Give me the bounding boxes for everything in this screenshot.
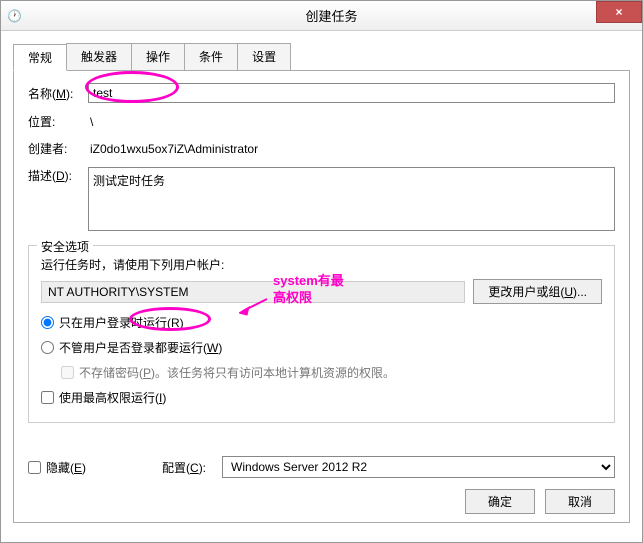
highest-priv-label: 使用最高权限运行(I) <box>59 389 166 406</box>
radio-logged-on-label: 只在用户登录时运行(R) <box>59 314 184 331</box>
location-value: \ <box>88 115 93 129</box>
close-button[interactable]: × <box>596 1 642 23</box>
close-icon: × <box>615 5 622 19</box>
tab-settings[interactable]: 设置 <box>237 43 291 70</box>
author-value: iZ0do1wxu5ox7iZ\Administrator <box>88 142 258 156</box>
change-user-button[interactable]: 更改用户或组(U)... <box>473 279 602 304</box>
run-as-label: 运行任务时，请使用下列用户帐户: <box>41 256 602 273</box>
check-highest-priv[interactable]: 使用最高权限运行(I) <box>41 389 602 406</box>
security-legend: 安全选项 <box>37 238 93 255</box>
window-title: 创建任务 <box>21 6 642 25</box>
bottom-row: 隐藏(E) 配置(C): Windows Server 2012 R2 <box>28 456 615 478</box>
row-name: 名称(M): <box>28 83 615 103</box>
config-select[interactable]: Windows Server 2012 R2 <box>222 456 615 478</box>
tab-content-general: 名称(M): 位置: \ 创建者: iZ0do1wxu5ox7iZ\Admini… <box>13 71 630 523</box>
clock-icon: 🕐 <box>1 9 21 23</box>
tab-triggers[interactable]: 触发器 <box>66 43 132 70</box>
account-row: NT AUTHORITY\SYSTEM 更改用户或组(U)... <box>41 279 602 304</box>
name-input[interactable] <box>88 83 615 103</box>
radio-logged-on[interactable]: 只在用户登录时运行(R) <box>41 314 602 331</box>
hidden-checkbox[interactable] <box>28 461 41 474</box>
no-store-pwd-label: 不存储密码(P)。该任务将只有访问本地计算机资源的权限。 <box>79 364 395 381</box>
no-store-pwd-checkbox <box>61 366 74 379</box>
tab-strip: 常规 触发器 操作 条件 设置 <box>13 43 630 71</box>
label-author: 创建者: <box>28 140 88 157</box>
hidden-label: 隐藏(E) <box>46 459 86 476</box>
tab-actions[interactable]: 操作 <box>131 43 185 70</box>
row-description: 描述(D): 测试定时任务 <box>28 167 615 231</box>
dialog-body: 常规 触发器 操作 条件 设置 名称(M): 位置: \ 创建者: iZ0do1… <box>1 31 642 531</box>
cancel-button[interactable]: 取消 <box>545 489 615 514</box>
row-author: 创建者: iZ0do1wxu5ox7iZ\Administrator <box>28 140 615 157</box>
check-no-store-pwd: 不存储密码(P)。该任务将只有访问本地计算机资源的权限。 <box>61 364 602 381</box>
dialog-buttons: 确定 取消 <box>465 489 615 514</box>
config-label: 配置(C): <box>162 459 206 476</box>
highest-priv-checkbox[interactable] <box>41 391 54 404</box>
description-input[interactable]: 测试定时任务 <box>88 167 615 231</box>
titlebar: 🕐 创建任务 × <box>1 1 642 31</box>
label-location: 位置: <box>28 113 88 130</box>
tab-general[interactable]: 常规 <box>13 44 67 71</box>
account-display: NT AUTHORITY\SYSTEM <box>41 281 465 303</box>
row-location: 位置: \ <box>28 113 615 130</box>
check-hidden[interactable]: 隐藏(E) <box>28 459 86 476</box>
tab-conditions[interactable]: 条件 <box>184 43 238 70</box>
radio-any-user[interactable]: 不管用户是否登录都要运行(W) <box>41 339 602 356</box>
ok-button[interactable]: 确定 <box>465 489 535 514</box>
radio-any-input[interactable] <box>41 341 54 354</box>
security-group: 安全选项 运行任务时，请使用下列用户帐户: NT AUTHORITY\SYSTE… <box>28 245 615 423</box>
label-description: 描述(D): <box>28 167 88 184</box>
label-name: 名称(M): <box>28 85 88 102</box>
radio-any-label: 不管用户是否登录都要运行(W) <box>59 339 222 356</box>
radio-logged-on-input[interactable] <box>41 316 54 329</box>
